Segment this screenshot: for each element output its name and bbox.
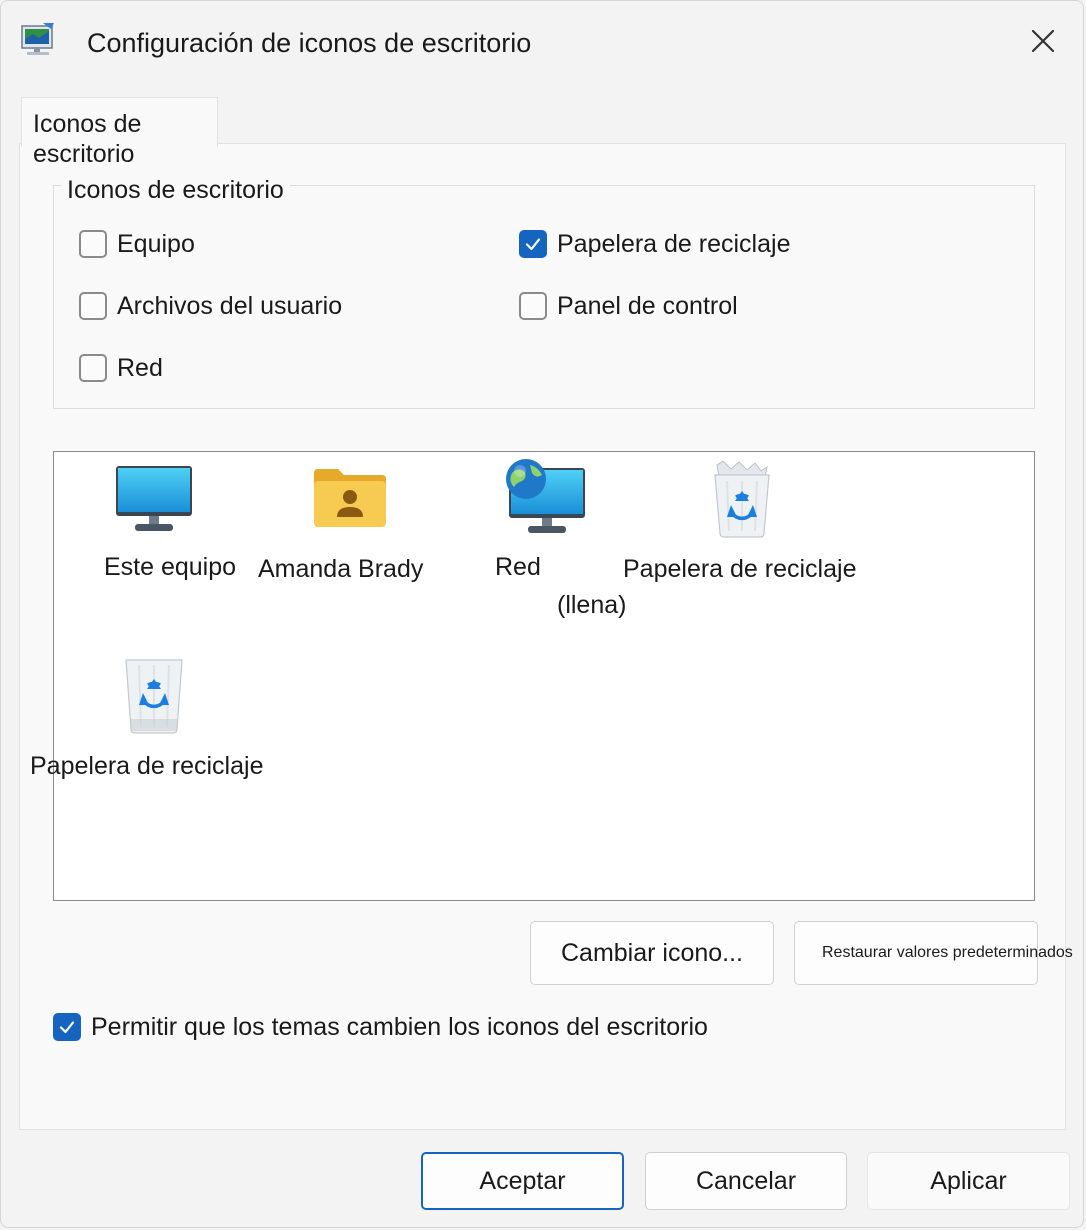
network-monitor-icon xyxy=(506,459,585,533)
checkbox-papelera[interactable]: Papelera de reciclaje xyxy=(519,229,790,259)
restore-defaults-label: Restaurar valores predeterminados xyxy=(822,944,1073,961)
checkbox-equipo[interactable]: Equipo xyxy=(79,229,195,259)
close-button[interactable] xyxy=(1017,17,1069,65)
preview-label: Papelera de reciclaje xyxy=(30,752,264,780)
ok-button[interactable]: Aceptar xyxy=(421,1152,624,1210)
checkbox-box[interactable] xyxy=(519,292,547,320)
window-title: Configuración de iconos de escritorio xyxy=(87,28,532,58)
preview-label: Amanda Brady xyxy=(258,555,424,583)
checkbox-label: Archivos del usuario xyxy=(117,292,343,320)
title-bar: Configuración de iconos de escritorio xyxy=(1,1,1083,81)
recycle-bin-empty-icon xyxy=(125,659,183,734)
checkbox-archivos-usuario[interactable]: Archivos del usuario xyxy=(79,291,342,321)
restore-defaults-button[interactable]: Restaurar valores predeterminados xyxy=(794,921,1073,985)
checkbox-label: Panel de control xyxy=(557,292,738,320)
change-icon-button[interactable]: Cambiar icono... xyxy=(530,921,774,985)
dialog-window: Configuración de iconos de escritorio Ic… xyxy=(0,0,1084,1228)
checkbox-box[interactable] xyxy=(519,230,547,258)
user-folder-icon xyxy=(314,469,386,527)
checkbox-label: Red xyxy=(117,354,163,382)
preview-label: Red xyxy=(495,553,541,581)
checkbox-box[interactable] xyxy=(79,230,107,258)
checkbox-allow-themes[interactable]: Permitir que los temas cambien los icono… xyxy=(53,1012,708,1042)
desktop-settings-icon xyxy=(21,23,54,55)
checkmark-icon xyxy=(525,238,541,251)
checkmark-icon xyxy=(59,1021,75,1034)
close-icon xyxy=(1031,29,1055,53)
checkbox-label: Permitir que los temas cambien los icono… xyxy=(91,1013,708,1041)
preview-label-llena: (llena) xyxy=(557,591,627,619)
checkbox-box[interactable] xyxy=(53,1013,81,1041)
checkbox-box[interactable] xyxy=(79,292,107,320)
preview-label: Papelera de reciclaje xyxy=(623,555,857,583)
preview-label: Este equipo xyxy=(104,553,237,581)
checkbox-box[interactable] xyxy=(79,354,107,382)
checkbox-red[interactable]: Red xyxy=(79,353,163,383)
cancel-button[interactable]: Cancelar xyxy=(645,1152,847,1210)
apply-button[interactable]: Aplicar xyxy=(867,1152,1070,1210)
checkbox-label: Equipo xyxy=(117,230,195,258)
recycle-bin-full-icon xyxy=(714,460,770,538)
checkbox-label: Papelera de reciclaje xyxy=(557,230,791,258)
monitor-icon xyxy=(116,466,192,531)
tab-desktop-icons[interactable]: Iconos de escritorio xyxy=(21,97,218,168)
tab-label: Iconos de escritorio xyxy=(33,110,142,168)
checkbox-panel-control[interactable]: Panel de control xyxy=(519,291,738,321)
group-legend: Iconos de escritorio xyxy=(61,175,290,205)
